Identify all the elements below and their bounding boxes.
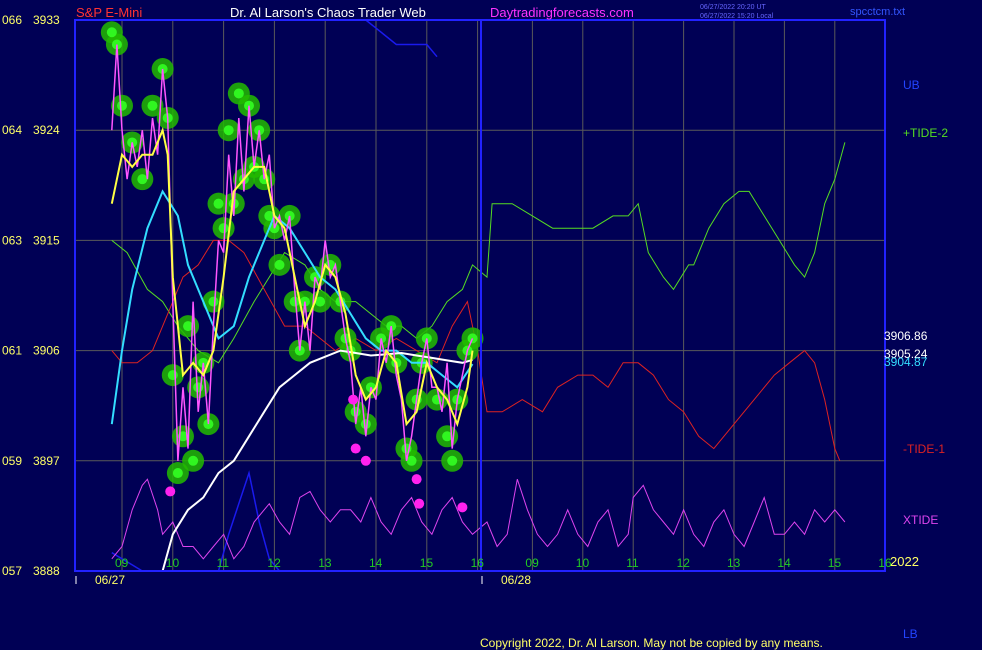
- chart-svg: 066 3933 064 3924 063 3915 061 3906 059 3897 057 38…: [0, 0, 982, 650]
- y-tick-left-label: 059: [2, 454, 22, 468]
- x-tick-label-day1: 14: [369, 556, 383, 570]
- y-tick-left-label: 063: [2, 233, 22, 247]
- y-tick-price-label: 3897: [33, 454, 60, 468]
- y-tick-price-label: 3906: [33, 344, 60, 358]
- glow-core: [274, 259, 285, 270]
- x-tick-label-day2: 12: [677, 556, 691, 570]
- x-tick-label-day1: 09: [115, 556, 129, 570]
- glow-core: [406, 455, 417, 466]
- y-tick-left-label: 064: [2, 123, 22, 137]
- time-utc: 06/27/2022 20:20 UT: [700, 4, 766, 11]
- glow-core: [188, 455, 199, 466]
- site-link[interactable]: Daytradingforecasts.com: [490, 5, 634, 20]
- glow-core: [137, 174, 148, 185]
- copyright: Copyright 2022, Dr. Al Larson. May not b…: [480, 636, 823, 650]
- y-tick-price-label: 3933: [33, 13, 60, 27]
- glow-core: [360, 419, 371, 430]
- glow-core: [208, 296, 219, 307]
- y-tick-left-label: 057: [2, 564, 22, 578]
- y-tick-price-label: 3888: [33, 564, 60, 578]
- x-tick-label-day2: 15: [828, 556, 842, 570]
- tide1-label: -TIDE-1: [903, 442, 945, 456]
- x-tick-label-day1: 15: [420, 556, 434, 570]
- symbol-title: S&P E-Mini: [76, 5, 142, 20]
- glow-core: [147, 100, 158, 111]
- glow-core: [447, 455, 458, 466]
- glow-core: [167, 370, 178, 381]
- glow-core: [172, 468, 183, 479]
- glow-core: [117, 100, 127, 111]
- x-tick-label-day1: 11: [217, 556, 230, 570]
- y-tick-price-label: 3915: [33, 233, 60, 247]
- last-value-label: 3906.86: [884, 329, 928, 343]
- glow-core: [106, 27, 117, 38]
- glow-core: [223, 125, 234, 136]
- pivot-marker: [414, 498, 425, 509]
- glow-core: [233, 88, 244, 99]
- pivot-marker: [360, 455, 371, 466]
- pivot-marker: [411, 474, 422, 485]
- x-tick-label-day2: 10: [576, 556, 590, 570]
- y-tick-left-label: 066: [2, 13, 22, 27]
- x-tick-label-day2: 13: [727, 556, 741, 570]
- pivot-marker: [165, 486, 176, 497]
- x-tick-label-day2: 14: [777, 556, 791, 570]
- date-label-day2: 06/28: [501, 573, 531, 587]
- glow-core: [213, 198, 224, 209]
- tide2-label: +TIDE-2: [903, 126, 948, 140]
- last-value-labels: 3906.863905.243904.87: [884, 329, 928, 369]
- x-tick-label-day2: 09: [525, 556, 539, 570]
- ub-label: UB: [903, 78, 920, 92]
- x-tick-label-day1: 13: [318, 556, 332, 570]
- glow-core: [218, 223, 229, 234]
- year-label: 2022: [890, 554, 919, 569]
- x-tick-label-day1: 10: [166, 556, 180, 570]
- time-local: 06/27/2022 15:20 Local: [700, 13, 774, 20]
- data-file: spcctcm.txt: [850, 6, 905, 18]
- chart-title: Dr. Al Larson's Chaos Trader Web: [230, 5, 426, 20]
- x-tick-label-day1: 16: [471, 556, 485, 570]
- x-tick-label-day2: 11: [626, 556, 639, 570]
- pivot-marker: [348, 394, 359, 405]
- glow-core: [467, 333, 478, 344]
- xtide-label: XTIDE: [903, 513, 938, 527]
- lb-label: LB: [903, 627, 918, 641]
- y-tick-left-label: 061: [2, 344, 22, 358]
- last-value-label: 3904.87: [884, 355, 928, 369]
- y-tick-price-label: 3924: [33, 123, 60, 137]
- date-label-day1: 06/27: [95, 573, 125, 587]
- x-tick-label-day1: 12: [267, 556, 281, 570]
- pivot-marker: [350, 443, 361, 454]
- pivot-marker: [457, 502, 468, 513]
